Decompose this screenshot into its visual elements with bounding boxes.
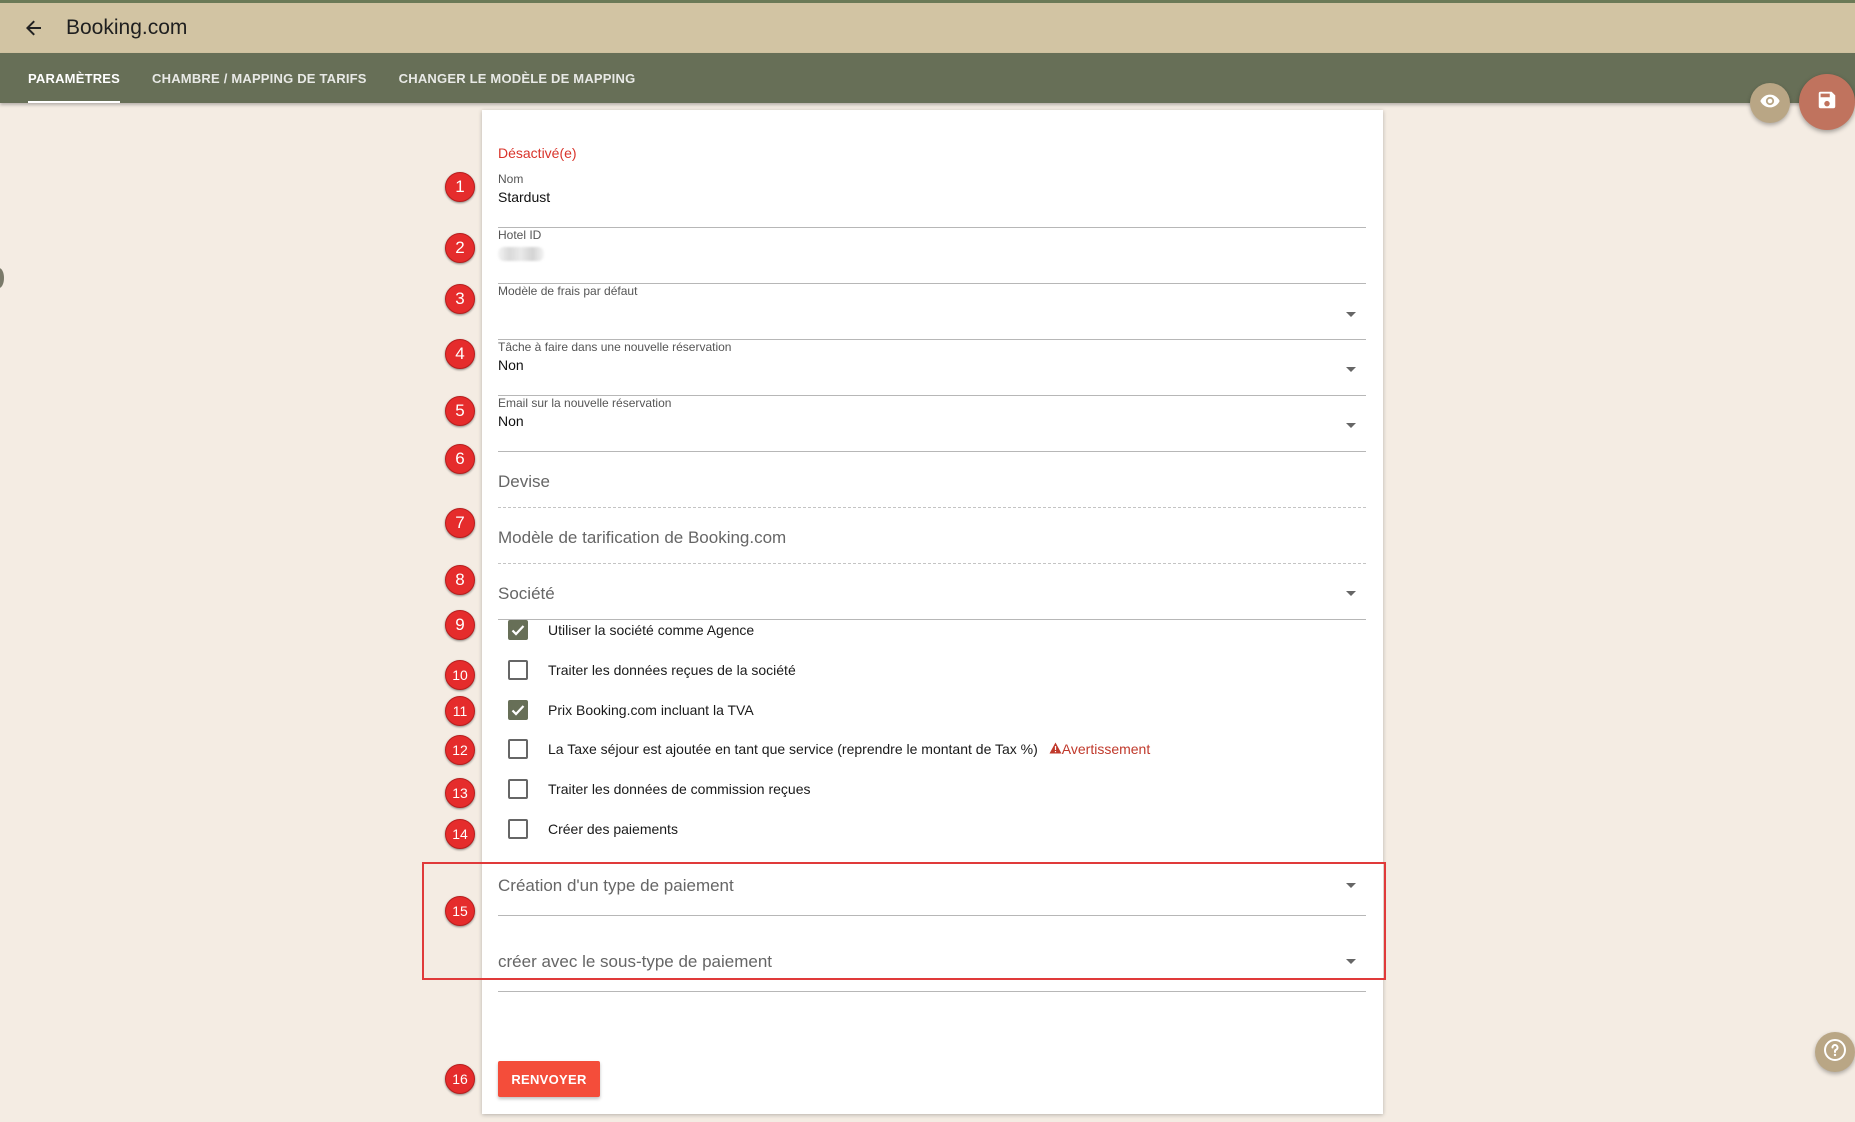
marker-badge: 4	[445, 339, 475, 369]
save-button[interactable]	[1799, 74, 1855, 130]
tache-value: Non	[498, 357, 524, 373]
app-header: Booking.com	[0, 0, 1855, 53]
tab-changer-modele-mapping[interactable]: CHANGER LE MODÈLE DE MAPPING	[399, 53, 636, 103]
side-handle[interactable]	[0, 268, 4, 288]
checkbox-row[interactable]: Traiter les données reçues de la société	[508, 660, 796, 680]
email-label: Email sur la nouvelle réservation	[498, 396, 672, 410]
nom-value: Stardust	[498, 189, 551, 205]
checkbox-label: Utiliser la société comme Agence	[548, 622, 755, 638]
renvoyer-button[interactable]: RENVOYER	[498, 1061, 600, 1097]
checkbox-prix-incluant-tva[interactable]	[508, 700, 528, 720]
tab-chambre-mapping-tarifs[interactable]: CHAMBRE / MAPPING DE TARIFS	[152, 53, 367, 103]
marker-badge: 14	[445, 819, 475, 849]
marker-badge: 11	[445, 696, 475, 726]
warning-link[interactable]: Avertissement	[1049, 741, 1150, 757]
marker-badge: 8	[445, 565, 475, 595]
devise-placeholder: Devise	[498, 472, 550, 491]
hotel-id-value-redacted	[498, 247, 544, 261]
checkbox-row[interactable]: Prix Booking.com incluant la TVA	[508, 700, 754, 720]
back-arrow-icon[interactable]	[20, 14, 48, 42]
checkbox-row[interactable]: Utiliser la société comme Agence	[508, 620, 754, 640]
dropdown-caret-icon	[1346, 591, 1356, 596]
devise-field[interactable]: Devise	[498, 458, 1366, 508]
marker-badge: 15	[445, 896, 475, 926]
societe-placeholder: Société	[498, 584, 555, 603]
tab-bar: PARAMÈTRES CHAMBRE / MAPPING DE TARIFS C…	[0, 53, 1855, 103]
modele-tarification-placeholder: Modèle de tarification de Booking.com	[498, 528, 787, 547]
checkbox-taxe-sejour-service[interactable]	[508, 739, 528, 759]
highlight-box	[422, 862, 1386, 980]
email-select[interactable]: Email sur la nouvelle réservation Non	[498, 396, 1366, 452]
checkbox-label: Traiter les données reçues de la société	[548, 662, 796, 678]
warning-text: Avertissement	[1061, 741, 1151, 757]
marker-badge: 9	[445, 610, 475, 640]
marker-badge: 13	[445, 778, 475, 808]
checkbox-label: La Taxe séjour est ajoutée en tant que s…	[548, 741, 1038, 757]
tache-label: Tâche à faire dans une nouvelle réservat…	[498, 340, 732, 354]
checkbox-traiter-commission[interactable]	[508, 779, 528, 799]
status-label: Désactivé(e)	[498, 145, 577, 161]
societe-select[interactable]: Société	[498, 570, 1366, 620]
modele-frais-label: Modèle de frais par défaut	[498, 284, 638, 298]
warning-triangle-icon	[1049, 741, 1062, 757]
tab-parametres[interactable]: PARAMÈTRES	[28, 53, 121, 103]
marker-badge: 3	[445, 284, 475, 314]
checkbox-utiliser-societe-agence[interactable]	[508, 620, 528, 640]
floppy-disk-icon	[1816, 89, 1838, 116]
checkbox-label: Créer des paiements	[548, 821, 678, 837]
hotel-id-field[interactable]: Hotel ID	[498, 228, 1366, 284]
dropdown-caret-icon	[1346, 367, 1356, 372]
preview-button[interactable]	[1750, 83, 1790, 123]
checkbox-row[interactable]: La Taxe séjour est ajoutée en tant que s…	[508, 739, 1150, 759]
marker-badge: 7	[445, 508, 475, 538]
nom-label: Nom	[498, 172, 524, 186]
help-icon	[1823, 1038, 1847, 1067]
help-button[interactable]	[1815, 1032, 1855, 1072]
marker-badge: 1	[445, 172, 475, 202]
marker-badge: 12	[445, 735, 475, 765]
checkbox-creer-paiements[interactable]	[508, 819, 528, 839]
marker-badge: 5	[445, 396, 475, 426]
hotel-id-label: Hotel ID	[498, 228, 542, 242]
marker-badge: 6	[445, 444, 475, 474]
marker-badge: 10	[445, 660, 475, 690]
nom-field[interactable]: Nom Stardust	[498, 172, 1366, 228]
checkbox-label: Prix Booking.com incluant la TVA	[548, 702, 754, 718]
checkbox-row[interactable]: Traiter les données de commission reçues	[508, 779, 811, 799]
checkbox-row[interactable]: Créer des paiements	[508, 819, 678, 839]
eye-icon	[1759, 90, 1781, 117]
checkbox-label: Traiter les données de commission reçues	[548, 781, 811, 797]
email-value: Non	[498, 413, 524, 429]
modele-tarification-field[interactable]: Modèle de tarification de Booking.com	[498, 514, 1366, 564]
page-title: Booking.com	[66, 16, 188, 39]
tache-select[interactable]: Tâche à faire dans une nouvelle réservat…	[498, 340, 1366, 396]
marker-badge: 2	[445, 233, 475, 263]
dropdown-caret-icon	[1346, 312, 1356, 317]
checkbox-traiter-donnees-societe[interactable]	[508, 660, 528, 680]
dropdown-caret-icon	[1346, 423, 1356, 428]
marker-badge: 16	[445, 1064, 475, 1094]
modele-frais-select[interactable]: Modèle de frais par défaut	[498, 284, 1366, 340]
